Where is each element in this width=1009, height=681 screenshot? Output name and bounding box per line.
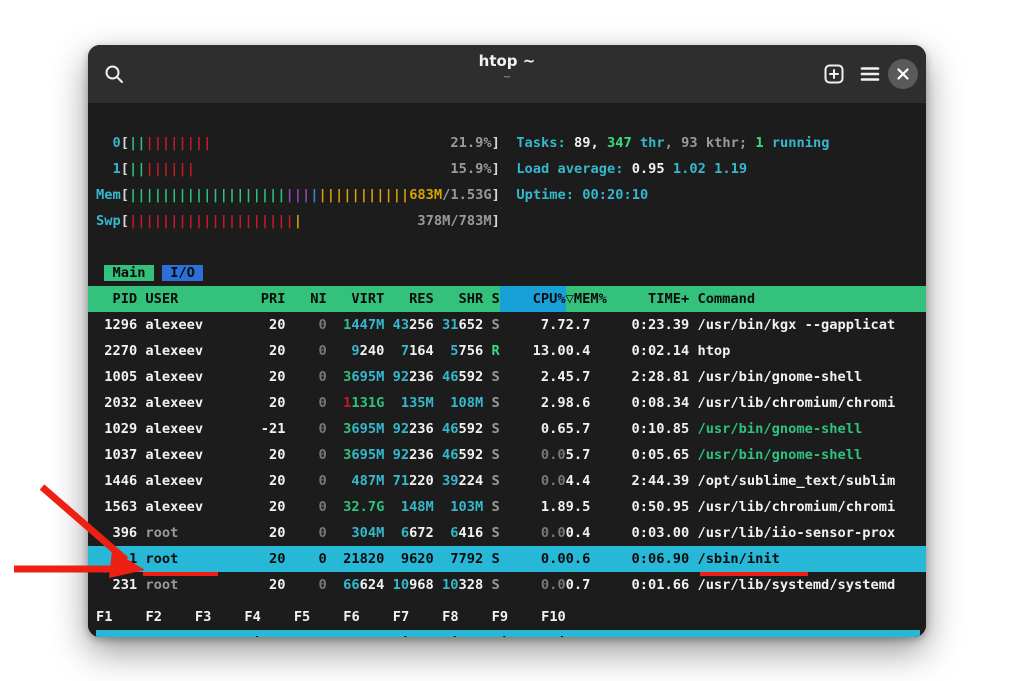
menu-icon <box>860 66 880 82</box>
fkey-f7[interactable]: F7Nice - <box>393 604 442 630</box>
close-icon <box>897 68 909 80</box>
tabs-bar: Main I/O <box>96 260 920 286</box>
fkey-f3[interactable]: F3Search <box>195 604 244 630</box>
fkey-f4[interactable]: F4Filter <box>244 604 293 630</box>
table-row[interactable]: 231 root200666241096810328S0.00.70:01.66… <box>96 572 920 598</box>
table-row[interactable]: 2032 alexeev2001131G135M108MS2.98.60:08.… <box>96 390 920 416</box>
col-header-pri[interactable]: PRI <box>261 286 286 312</box>
tab-io[interactable]: I/O <box>162 265 203 281</box>
htop-terminal: 0[|||||||||| 21.9%] Tasks: 89, 347 thr, … <box>88 103 926 637</box>
meter-row-swp: Swp[||||||||||||||||||||| 378M/783M] <box>96 208 920 234</box>
table-row[interactable]: 396 root200304M66726416S0.00.40:03.00 /u… <box>96 520 920 546</box>
fkey-f2[interactable]: F2Setup <box>145 604 194 630</box>
col-header-s[interactable]: S <box>483 286 499 312</box>
col-header-mem[interactable]: ▽MEM% <box>566 286 615 312</box>
fkey-f8[interactable]: F8Nice + <box>442 604 491 630</box>
tasks-summary: Tasks: 89, 347 thr, 93 kthr; 1 running <box>516 135 829 151</box>
table-row[interactable]: 1037 alexeev2003695M9223646592S0.05.70:0… <box>96 442 920 468</box>
menu-button[interactable] <box>856 60 884 88</box>
meter-row-1: 1[|||||||| 15.9%] Load average: 0.95 1.0… <box>96 156 920 182</box>
table-row[interactable]: 1029 alexeev-2103695M9223646592S0.65.70:… <box>96 416 920 442</box>
col-header-shr[interactable]: SHR <box>434 286 483 312</box>
header-spacer <box>689 286 697 312</box>
window-subtitle: ~ <box>479 71 536 84</box>
col-header-res[interactable]: RES <box>384 286 433 312</box>
titlebar: htop ~ ~ <box>88 45 926 103</box>
page: { "colors": { "white": "#f2f2f2", "gray"… <box>0 0 1009 681</box>
table-row-selected[interactable]: 1 root2002182096207792S0.00.60:06.90 /sb… <box>96 546 920 572</box>
window-title-block: htop ~ ~ <box>479 52 536 84</box>
fkey-f1[interactable]: F1Help <box>96 604 145 630</box>
new-tab-icon <box>822 62 846 86</box>
uptime: Uptime: 00:20:10 <box>516 187 648 203</box>
col-header-ni[interactable]: NI <box>286 286 327 312</box>
table-header-row: PID USERPRINIVIRTRESSHRSCPU%▽MEM%TIME+ C… <box>96 286 920 312</box>
fkey-f9[interactable]: F9Kill <box>492 604 541 630</box>
search-icon <box>103 63 125 85</box>
col-header-cpu[interactable]: CPU% <box>500 286 566 312</box>
table-row[interactable]: 1563 alexeev20032.7G148M103MS1.89.50:50.… <box>96 494 920 520</box>
table-row[interactable]: 1005 alexeev2003695M9223646592S2.45.72:2… <box>96 364 920 390</box>
fkey-f10[interactable]: F10Quit <box>541 604 920 630</box>
col-header-time[interactable]: TIME+ <box>615 286 689 312</box>
load-average: Load average: 0.95 1.02 1.19 <box>516 161 747 177</box>
col-header-cmd[interactable]: Command <box>697 286 755 312</box>
new-tab-button[interactable] <box>820 60 848 88</box>
tab-main[interactable]: Main <box>104 265 153 281</box>
col-header-pid[interactable]: PID <box>96 286 137 312</box>
meter-row-mem: Mem[||||||||||||||||||||||||||||||||||68… <box>96 182 920 208</box>
col-header-virt[interactable]: VIRT <box>327 286 385 312</box>
search-button[interactable] <box>100 60 128 88</box>
table-row[interactable]: 1446 alexeev200487M7122039224S0.04.42:44… <box>96 468 920 494</box>
fkey-f5[interactable]: F5Tree <box>294 604 343 630</box>
table-row[interactable]: 2270 alexeev200924071645756R13.00.40:02.… <box>96 338 920 364</box>
col-header-user[interactable]: USER <box>145 286 260 312</box>
console-window: htop ~ ~ <box>88 45 926 637</box>
close-button[interactable] <box>888 59 918 89</box>
process-table: 1296 alexeev2001447M4325631652S7.72.70:2… <box>96 312 920 598</box>
window-title: htop ~ <box>479 52 536 71</box>
fkey-f6[interactable]: F6SortBy <box>343 604 392 630</box>
function-key-bar: F1Help F2Setup F3SearchF4FilterF5Tree F6… <box>96 604 920 630</box>
meter-area: 0[|||||||||| 21.9%] Tasks: 89, 347 thr, … <box>96 130 920 234</box>
blank-line <box>96 234 920 260</box>
table-row[interactable]: 1296 alexeev2001447M4325631652S7.72.70:2… <box>96 312 920 338</box>
meter-row-0: 0[|||||||||| 21.9%] Tasks: 89, 347 thr, … <box>96 130 920 156</box>
header-spacer <box>137 286 145 312</box>
